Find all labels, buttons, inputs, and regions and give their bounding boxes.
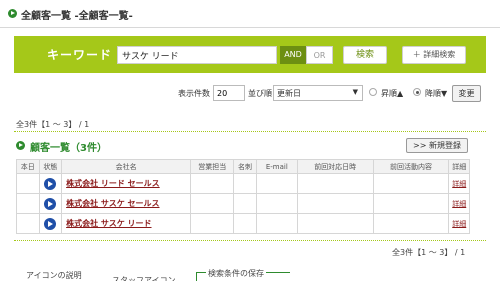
dropdown-arrow-icon: ▼ [352,88,358,96]
icon-description-heading: アイコンの説明 [26,271,82,280]
search-button[interactable]: 検索 [343,46,387,64]
arrow-bullet-icon [16,141,25,150]
table-row: 株式会社 サスケ セールス 詳細 [16,193,470,214]
col-email: E-mail [255,159,298,174]
status-cell [38,173,63,194]
today-cell [16,213,40,234]
col-status: 状態 [38,159,63,174]
change-button[interactable]: 変更 [452,85,481,102]
customer-table: 本日 状態 会社名 営業担当 名刺 E-mail 前回対応日時 前回活動内容 詳… [16,159,470,234]
desc-radio[interactable] [413,88,421,96]
play-icon[interactable] [44,217,57,230]
sort-label: 並び順 [248,89,272,98]
detail-link[interactable]: 詳細 [452,180,466,188]
col-business-card: 名刺 [233,159,257,174]
arrow-bullet-icon [8,9,17,18]
col-sales-rep: 営業担当 [190,159,235,174]
sort-select-value: 更新日 [277,89,301,98]
page-header: 全顧客一覧 -全顧客一覧- [0,0,500,28]
list-controls: 表示件数 並び順 更新日 ▼ 昇順▲ 降順▼ 変更 [0,83,500,103]
keyword-input[interactable] [117,46,277,64]
table-row: 株式会社 サスケ リード 詳細 [16,213,470,234]
asc-radio[interactable] [369,88,377,96]
page-title: 全顧客一覧 -全顧客一覧- [21,11,133,22]
play-icon[interactable] [44,197,57,210]
company-link[interactable]: 株式会社 リード セールス [66,179,160,188]
result-summary-top: 全3件【1 〜 3】 / 1 [16,120,90,129]
table-header-row: 本日 状態 会社名 営業担当 名刺 E-mail 前回対応日時 前回活動内容 詳… [16,159,470,174]
col-detail: 詳細 [448,159,470,174]
divider [14,131,486,132]
play-icon[interactable] [44,177,57,190]
col-last-activity: 前回活動内容 [372,159,450,174]
today-cell [16,173,40,194]
and-toggle[interactable]: AND [280,46,306,64]
status-cell [38,213,63,234]
save-conditions-heading: 検索条件の保存 [206,268,266,279]
list-heading: 顧客一覧（3件） [30,143,107,154]
sort-select[interactable]: 更新日 ▼ [273,85,363,101]
company-link[interactable]: 株式会社 サスケ セールス [66,199,159,208]
keyword-label: キーワード [47,48,113,62]
desc-label: 降順▼ [425,89,448,98]
detail-link[interactable]: 詳細 [452,200,466,208]
or-toggle[interactable]: OR [306,46,333,64]
staff-icon-label: スタッフアイコン [112,276,176,281]
detail-cell: 詳細 [448,193,470,214]
col-company: 会社名 [61,159,192,174]
detail-link[interactable]: 詳細 [452,220,466,228]
col-last-contact: 前回対応日時 [296,159,374,174]
company-cell: 株式会社 リード セールス [61,173,192,194]
divider [14,240,486,241]
count-label: 表示件数 [178,89,210,98]
table-row: 株式会社 リード セールス 詳細 [16,173,470,194]
detail-cell: 詳細 [448,213,470,234]
new-register-button[interactable]: >> 新規登録 [406,138,468,153]
search-bar: キーワード AND OR 検索 ＋ 詳細検索 [14,36,486,73]
company-cell: 株式会社 サスケ リード [61,213,192,234]
status-cell [38,193,63,214]
asc-label: 昇順▲ [381,89,404,98]
company-cell: 株式会社 サスケ セールス [61,193,192,214]
company-link[interactable]: 株式会社 サスケ リード [66,219,151,228]
detail-cell: 詳細 [448,173,470,194]
col-today: 本日 [16,159,40,174]
today-cell [16,193,40,214]
detail-search-button[interactable]: ＋ 詳細検索 [402,46,466,64]
result-summary-bottom: 全3件【1 〜 3】 / 1 [392,248,466,257]
count-input[interactable] [213,85,245,101]
